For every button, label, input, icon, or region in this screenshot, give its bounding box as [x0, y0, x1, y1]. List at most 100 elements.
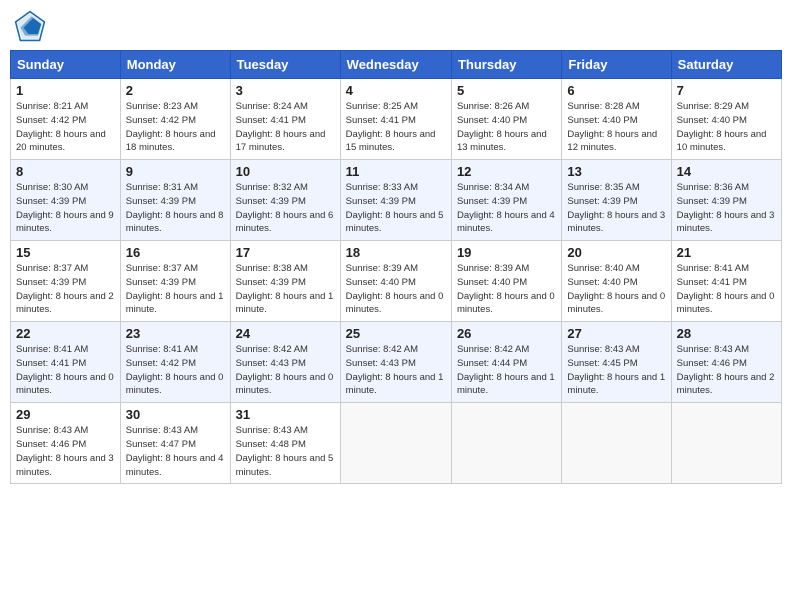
day-number: 20: [567, 245, 665, 260]
day-number: 28: [677, 326, 776, 341]
calendar-cell: 5 Sunrise: 8:26 AM Sunset: 4:40 PM Dayli…: [451, 79, 561, 160]
day-number: 9: [126, 164, 225, 179]
day-number: 14: [677, 164, 776, 179]
calendar-cell: [562, 403, 671, 484]
logo: [14, 10, 50, 42]
day-info: Sunrise: 8:42 AM Sunset: 4:43 PM Dayligh…: [346, 343, 446, 398]
calendar-cell: 15 Sunrise: 8:37 AM Sunset: 4:39 PM Dayl…: [11, 241, 121, 322]
day-info: Sunrise: 8:43 AM Sunset: 4:46 PM Dayligh…: [677, 343, 776, 398]
day-info: Sunrise: 8:37 AM Sunset: 4:39 PM Dayligh…: [16, 262, 115, 317]
calendar-cell: 30 Sunrise: 8:43 AM Sunset: 4:47 PM Dayl…: [120, 403, 230, 484]
calendar-cell: 23 Sunrise: 8:41 AM Sunset: 4:42 PM Dayl…: [120, 322, 230, 403]
day-number: 8: [16, 164, 115, 179]
calendar-cell: 29 Sunrise: 8:43 AM Sunset: 4:46 PM Dayl…: [11, 403, 121, 484]
calendar-table: SundayMondayTuesdayWednesdayThursdayFrid…: [10, 50, 782, 484]
calendar-cell: 16 Sunrise: 8:37 AM Sunset: 4:39 PM Dayl…: [120, 241, 230, 322]
calendar-cell: 7 Sunrise: 8:29 AM Sunset: 4:40 PM Dayli…: [671, 79, 781, 160]
day-number: 25: [346, 326, 446, 341]
day-info: Sunrise: 8:26 AM Sunset: 4:40 PM Dayligh…: [457, 100, 556, 155]
day-number: 30: [126, 407, 225, 422]
day-info: Sunrise: 8:35 AM Sunset: 4:39 PM Dayligh…: [567, 181, 665, 236]
day-info: Sunrise: 8:25 AM Sunset: 4:41 PM Dayligh…: [346, 100, 446, 155]
calendar-cell: 20 Sunrise: 8:40 AM Sunset: 4:40 PM Dayl…: [562, 241, 671, 322]
day-info: Sunrise: 8:42 AM Sunset: 4:44 PM Dayligh…: [457, 343, 556, 398]
calendar-cell: [671, 403, 781, 484]
calendar-cell: 24 Sunrise: 8:42 AM Sunset: 4:43 PM Dayl…: [230, 322, 340, 403]
day-info: Sunrise: 8:43 AM Sunset: 4:48 PM Dayligh…: [236, 424, 335, 479]
logo-icon: [14, 10, 46, 42]
calendar-cell: 22 Sunrise: 8:41 AM Sunset: 4:41 PM Dayl…: [11, 322, 121, 403]
day-number: 26: [457, 326, 556, 341]
day-info: Sunrise: 8:42 AM Sunset: 4:43 PM Dayligh…: [236, 343, 335, 398]
day-info: Sunrise: 8:24 AM Sunset: 4:41 PM Dayligh…: [236, 100, 335, 155]
calendar-cell: 11 Sunrise: 8:33 AM Sunset: 4:39 PM Dayl…: [340, 160, 451, 241]
calendar-cell: 8 Sunrise: 8:30 AM Sunset: 4:39 PM Dayli…: [11, 160, 121, 241]
day-number: 16: [126, 245, 225, 260]
day-header-thursday: Thursday: [451, 51, 561, 79]
day-number: 2: [126, 83, 225, 98]
day-header-tuesday: Tuesday: [230, 51, 340, 79]
day-info: Sunrise: 8:23 AM Sunset: 4:42 PM Dayligh…: [126, 100, 225, 155]
day-number: 18: [346, 245, 446, 260]
calendar-cell: 19 Sunrise: 8:39 AM Sunset: 4:40 PM Dayl…: [451, 241, 561, 322]
day-number: 13: [567, 164, 665, 179]
calendar-cell: 27 Sunrise: 8:43 AM Sunset: 4:45 PM Dayl…: [562, 322, 671, 403]
day-info: Sunrise: 8:37 AM Sunset: 4:39 PM Dayligh…: [126, 262, 225, 317]
day-number: 11: [346, 164, 446, 179]
calendar-cell: 28 Sunrise: 8:43 AM Sunset: 4:46 PM Dayl…: [671, 322, 781, 403]
day-number: 27: [567, 326, 665, 341]
day-info: Sunrise: 8:41 AM Sunset: 4:41 PM Dayligh…: [16, 343, 115, 398]
day-number: 1: [16, 83, 115, 98]
day-number: 15: [16, 245, 115, 260]
day-info: Sunrise: 8:43 AM Sunset: 4:46 PM Dayligh…: [16, 424, 115, 479]
day-number: 21: [677, 245, 776, 260]
calendar-cell: 6 Sunrise: 8:28 AM Sunset: 4:40 PM Dayli…: [562, 79, 671, 160]
day-info: Sunrise: 8:38 AM Sunset: 4:39 PM Dayligh…: [236, 262, 335, 317]
day-info: Sunrise: 8:43 AM Sunset: 4:47 PM Dayligh…: [126, 424, 225, 479]
day-info: Sunrise: 8:41 AM Sunset: 4:42 PM Dayligh…: [126, 343, 225, 398]
day-header-wednesday: Wednesday: [340, 51, 451, 79]
day-info: Sunrise: 8:41 AM Sunset: 4:41 PM Dayligh…: [677, 262, 776, 317]
calendar-cell: [451, 403, 561, 484]
day-info: Sunrise: 8:40 AM Sunset: 4:40 PM Dayligh…: [567, 262, 665, 317]
day-header-sunday: Sunday: [11, 51, 121, 79]
calendar-cell: 1 Sunrise: 8:21 AM Sunset: 4:42 PM Dayli…: [11, 79, 121, 160]
calendar-cell: 18 Sunrise: 8:39 AM Sunset: 4:40 PM Dayl…: [340, 241, 451, 322]
day-info: Sunrise: 8:21 AM Sunset: 4:42 PM Dayligh…: [16, 100, 115, 155]
calendar-week-4: 22 Sunrise: 8:41 AM Sunset: 4:41 PM Dayl…: [11, 322, 782, 403]
day-number: 24: [236, 326, 335, 341]
calendar-cell: [340, 403, 451, 484]
day-number: 4: [346, 83, 446, 98]
day-info: Sunrise: 8:36 AM Sunset: 4:39 PM Dayligh…: [677, 181, 776, 236]
calendar-week-3: 15 Sunrise: 8:37 AM Sunset: 4:39 PM Dayl…: [11, 241, 782, 322]
calendar-cell: 21 Sunrise: 8:41 AM Sunset: 4:41 PM Dayl…: [671, 241, 781, 322]
day-number: 5: [457, 83, 556, 98]
calendar-cell: 9 Sunrise: 8:31 AM Sunset: 4:39 PM Dayli…: [120, 160, 230, 241]
day-number: 29: [16, 407, 115, 422]
day-info: Sunrise: 8:34 AM Sunset: 4:39 PM Dayligh…: [457, 181, 556, 236]
calendar-cell: 10 Sunrise: 8:32 AM Sunset: 4:39 PM Dayl…: [230, 160, 340, 241]
day-info: Sunrise: 8:28 AM Sunset: 4:40 PM Dayligh…: [567, 100, 665, 155]
day-number: 19: [457, 245, 556, 260]
day-info: Sunrise: 8:39 AM Sunset: 4:40 PM Dayligh…: [346, 262, 446, 317]
calendar-cell: 3 Sunrise: 8:24 AM Sunset: 4:41 PM Dayli…: [230, 79, 340, 160]
calendar-cell: 31 Sunrise: 8:43 AM Sunset: 4:48 PM Dayl…: [230, 403, 340, 484]
calendar-cell: 25 Sunrise: 8:42 AM Sunset: 4:43 PM Dayl…: [340, 322, 451, 403]
page-header: [10, 10, 782, 42]
day-number: 3: [236, 83, 335, 98]
calendar-week-1: 1 Sunrise: 8:21 AM Sunset: 4:42 PM Dayli…: [11, 79, 782, 160]
calendar-cell: 14 Sunrise: 8:36 AM Sunset: 4:39 PM Dayl…: [671, 160, 781, 241]
day-header-saturday: Saturday: [671, 51, 781, 79]
day-info: Sunrise: 8:33 AM Sunset: 4:39 PM Dayligh…: [346, 181, 446, 236]
calendar-cell: 26 Sunrise: 8:42 AM Sunset: 4:44 PM Dayl…: [451, 322, 561, 403]
day-info: Sunrise: 8:32 AM Sunset: 4:39 PM Dayligh…: [236, 181, 335, 236]
calendar-header-row: SundayMondayTuesdayWednesdayThursdayFrid…: [11, 51, 782, 79]
calendar-cell: 13 Sunrise: 8:35 AM Sunset: 4:39 PM Dayl…: [562, 160, 671, 241]
day-info: Sunrise: 8:30 AM Sunset: 4:39 PM Dayligh…: [16, 181, 115, 236]
day-header-friday: Friday: [562, 51, 671, 79]
day-number: 6: [567, 83, 665, 98]
day-number: 17: [236, 245, 335, 260]
day-info: Sunrise: 8:29 AM Sunset: 4:40 PM Dayligh…: [677, 100, 776, 155]
calendar-week-2: 8 Sunrise: 8:30 AM Sunset: 4:39 PM Dayli…: [11, 160, 782, 241]
calendar-week-5: 29 Sunrise: 8:43 AM Sunset: 4:46 PM Dayl…: [11, 403, 782, 484]
